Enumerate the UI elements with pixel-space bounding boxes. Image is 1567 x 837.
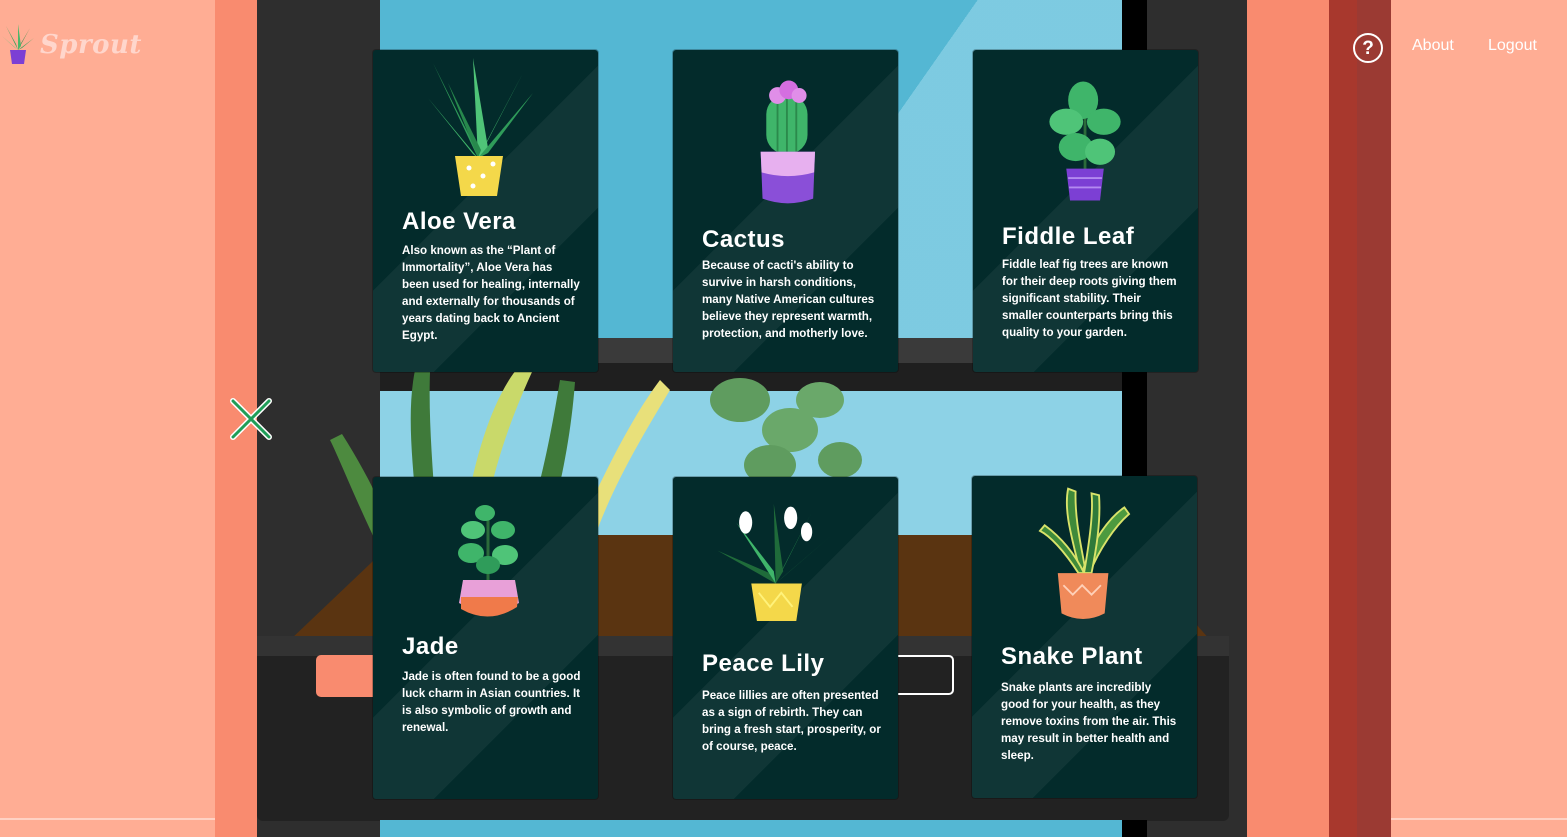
- fiddle-leaf-illustration: [1049, 81, 1121, 201]
- background-right: [1391, 0, 1567, 837]
- curtain-right-shadow-2: [1357, 0, 1391, 837]
- logo-text: Sprout: [40, 30, 142, 60]
- cactus-illustration: [760, 80, 816, 204]
- card-description: Because of cacti's ability to survive in…: [702, 259, 875, 340]
- card-description: Jade is often found to be a good luck ch…: [402, 670, 581, 734]
- card-description: Also known as the “Plant of Immortality”…: [402, 244, 580, 342]
- plant-card-snake-plant[interactable]: Snake Plant Snake plants are incredibly …: [972, 476, 1197, 798]
- plant-card-fiddle-leaf[interactable]: Fiddle Leaf Fiddle leaf fig trees are kn…: [973, 50, 1198, 372]
- help-icon[interactable]: ?: [1353, 33, 1383, 63]
- close-icon[interactable]: [229, 397, 273, 441]
- window-mullion-bottom: [1122, 820, 1147, 837]
- card-description: Fiddle leaf fig trees are known for thei…: [1002, 258, 1177, 339]
- peace-lily-illustration: [717, 503, 831, 621]
- card-title: Snake Plant: [1001, 643, 1143, 670]
- jade-illustration: [458, 505, 519, 617]
- window-sky-bottom: [380, 820, 1122, 837]
- card-title: Peace Lily: [702, 650, 825, 677]
- nav-logout-link[interactable]: Logout: [1488, 37, 1537, 55]
- card-title: Aloe Vera: [402, 208, 516, 235]
- card-title: Fiddle Leaf: [1002, 223, 1135, 250]
- aloe-vera-illustration: [428, 58, 533, 196]
- plant-logo-icon: [2, 24, 34, 64]
- curtain-right: [1247, 0, 1329, 837]
- logo[interactable]: Sprout: [2, 24, 142, 66]
- background-left: [0, 0, 215, 837]
- floor-line-left: [0, 818, 215, 820]
- card-title: Cactus: [702, 226, 786, 253]
- plant-card-aloe-vera[interactable]: Aloe Vera Also known as the “Plant of Im…: [373, 50, 598, 372]
- card-title: Jade: [402, 633, 459, 660]
- card-description: Snake plants are incredibly good for you…: [1001, 681, 1177, 762]
- plant-card-peace-lily[interactable]: Peace Lily Peace lillies are often prese…: [673, 477, 898, 799]
- card-description: Peace lillies are often presented as a s…: [702, 689, 881, 753]
- nav-about-link[interactable]: About: [1412, 37, 1454, 55]
- floor-line-right: [1391, 818, 1567, 820]
- curtain-right-shadow: [1329, 0, 1357, 837]
- plant-card-jade[interactable]: Jade Jade is often found to be a good lu…: [373, 477, 598, 799]
- snake-plant-illustration: [1038, 487, 1131, 619]
- plant-card-cactus[interactable]: Cactus Because of cacti's ability to sur…: [673, 50, 898, 372]
